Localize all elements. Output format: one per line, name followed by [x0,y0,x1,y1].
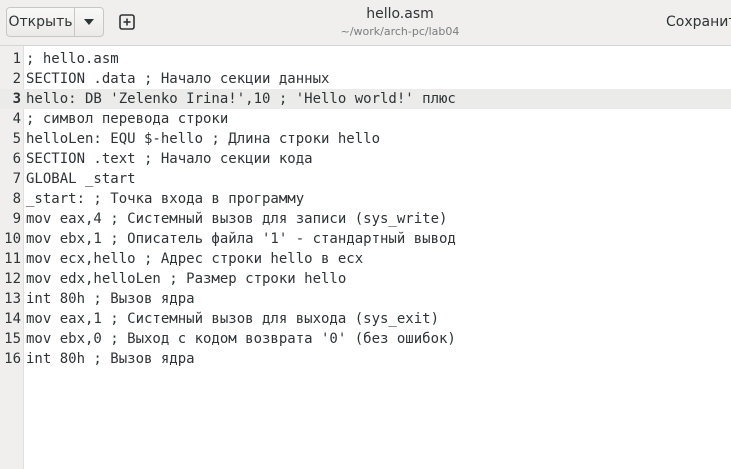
open-menu-button[interactable] [75,8,103,36]
header-bar: Открыть hello.asm ~/work/arch-pc/lab04 С… [0,0,731,46]
window-title: hello.asm [366,6,434,22]
line-number: 8 [12,191,21,207]
new-document-button[interactable] [114,9,140,35]
open-button-group: Открыть [6,7,104,37]
code-line[interactable]: 13 int 80h ; Вызов ядра [0,289,731,309]
window-title-block: hello.asm ~/work/arch-pc/lab04 [300,5,500,40]
line-number: 2 [12,71,21,87]
line-number: 16 [4,351,21,367]
line-number: 10 [4,231,21,247]
code-line[interactable]: 1 ; hello.asm [0,49,731,69]
code-line[interactable]: 2 SECTION .data ; Начало секции данных [0,69,731,89]
line-text[interactable]: mov edx,helloLen ; Размер строки hello [26,269,346,289]
code-line[interactable]: 8 _start: ; Точка входа в программу [0,189,731,209]
line-text[interactable]: SECTION .text ; Начало секции кода [26,149,313,169]
line-number: 5 [12,131,21,147]
code-line[interactable]: 16 int 80h ; Вызов ядра [0,349,731,369]
line-number: 3 [12,91,21,107]
code-line[interactable]: 7 GLOBAL _start [0,169,731,189]
line-text[interactable]: mov eax,1 ; Системный вызов для выхода (… [26,309,439,329]
open-button[interactable]: Открыть [7,8,75,36]
code-line[interactable]: 6 SECTION .text ; Начало секции кода [0,149,731,169]
line-text[interactable]: mov ebx,1 ; Описатель файла '1' - станда… [26,229,456,249]
code-line[interactable]: 11 mov ecx,hello ; Адрес строки hello в e… [0,249,731,269]
line-text[interactable]: mov ecx,hello ; Адрес строки hello в ecx [26,249,363,269]
code-line[interactable]: 5 helloLen: EQU $-hello ; Длина строки he… [0,129,731,149]
line-number: 7 [12,171,21,187]
code-line[interactable]: 14 mov eax,1 ; Системный вызов для выхода… [0,309,731,329]
window-subtitle: ~/work/arch-pc/lab04 [340,25,460,38]
line-text[interactable]: int 80h ; Вызов ядра [26,349,195,369]
line-number: 1 [12,51,21,67]
line-number: 9 [12,211,21,227]
line-text[interactable]: ; hello.asm [26,49,119,69]
line-text[interactable]: SECTION .data ; Начало секции данных [26,69,329,89]
line-number: 11 [4,251,21,267]
line-number: 12 [4,271,21,287]
line-number: 14 [4,311,21,327]
line-number: 4 [12,111,21,127]
line-number: 13 [4,291,21,307]
code-line[interactable]: 15 mov ebx,0 ; Выход с кодом возврата '0'… [0,329,731,349]
line-text[interactable]: mov eax,4 ; Системный вызов для записи (… [26,209,447,229]
code-line[interactable]: 12 mov edx,helloLen ; Размер строки hello [0,269,731,289]
code-line[interactable]: 10 mov ebx,1 ; Описатель файла '1' - стан… [0,229,731,249]
line-text[interactable]: mov ebx,0 ; Выход с кодом возврата '0' (… [26,329,456,349]
line-text[interactable]: ; символ перевода строки [26,109,228,129]
line-number: 6 [12,151,21,167]
code-line[interactable]: 9 mov eax,4 ; Системный вызов для записи … [0,209,731,229]
code-line[interactable]: 3 hello: DB 'Zelenko Irina!',10 ; 'Hello … [0,89,731,109]
code-line[interactable]: 4 ; символ перевода строки [0,109,731,129]
line-text[interactable]: _start: ; Точка входа в программу [26,189,304,209]
line-text[interactable]: int 80h ; Вызов ядра [26,289,195,309]
line-number: 15 [4,331,21,347]
line-text[interactable]: GLOBAL _start [26,169,136,189]
line-text[interactable]: hello: DB 'Zelenko Irina!',10 ; 'Hello w… [26,89,456,109]
line-text[interactable]: helloLen: EQU $-hello ; Длина строки hel… [26,129,380,149]
save-button[interactable]: Сохранить [658,7,731,37]
plus-square-icon [119,14,135,30]
chevron-down-icon [84,19,94,25]
code-editor[interactable]: 1 ; hello.asm 2 SECTION .data ; Начало секц… [0,49,731,369]
